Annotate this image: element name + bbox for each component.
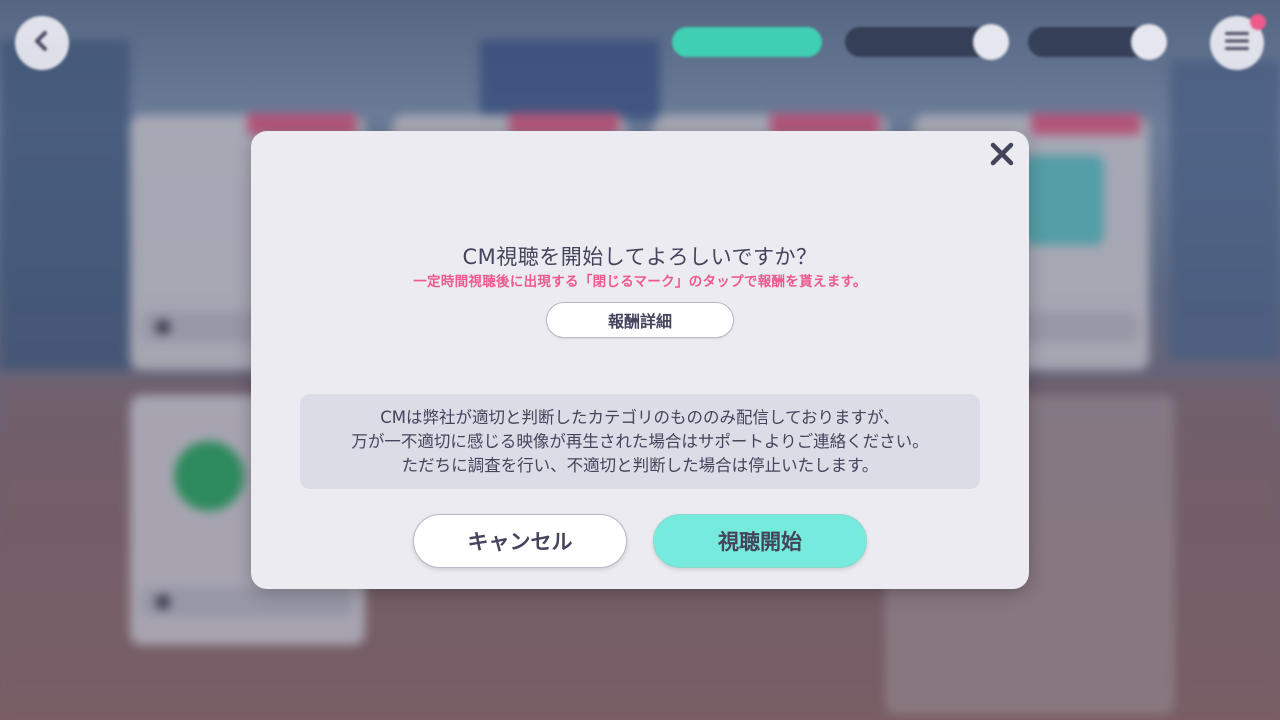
- back-button[interactable]: [15, 16, 69, 70]
- plus-icon[interactable]: [1131, 24, 1167, 60]
- notification-badge: [1250, 14, 1266, 30]
- hud-item-bar: [672, 27, 822, 57]
- notice-line: CMは弊社が適切と判断したカテゴリのもののみ配信しておりますが、: [380, 407, 900, 427]
- cm-confirm-dialog: CM視聴を開始してよろしいですか？ 一定時間視聴後に出現する「閉じるマーク」のタ…: [251, 131, 1029, 589]
- notice-line: ただちに調査を行い、不適切と判断した場合は停止いたします。: [401, 455, 879, 475]
- dialog-subtitle: 一定時間視聴後に出現する「閉じるマーク」のタップで報酬を貰えます。: [413, 274, 867, 290]
- plus-icon[interactable]: [973, 24, 1009, 60]
- menu-button[interactable]: [1210, 14, 1266, 70]
- dialog-title: CM視聴を開始してよろしいですか？: [462, 245, 818, 269]
- close-icon: [990, 142, 1014, 170]
- hud-currency-bar: [845, 24, 1009, 60]
- hud-currency-bar: [1028, 24, 1167, 60]
- notice-line: 万が一不適切に感じる映像が再生された場合はサポートよりご連絡ください。: [351, 431, 929, 451]
- start-watching-button[interactable]: 視聴開始: [653, 514, 867, 568]
- reward-detail-button[interactable]: 報酬詳細: [546, 302, 734, 338]
- close-button[interactable]: [985, 139, 1019, 173]
- cancel-button[interactable]: キャンセル: [413, 514, 627, 568]
- menu-icon: [1224, 30, 1250, 56]
- back-arrow-icon: [28, 27, 56, 59]
- notice-box: CMは弊社が適切と判断したカテゴリのもののみ配信しておりますが、 万が一不適切に…: [300, 394, 980, 489]
